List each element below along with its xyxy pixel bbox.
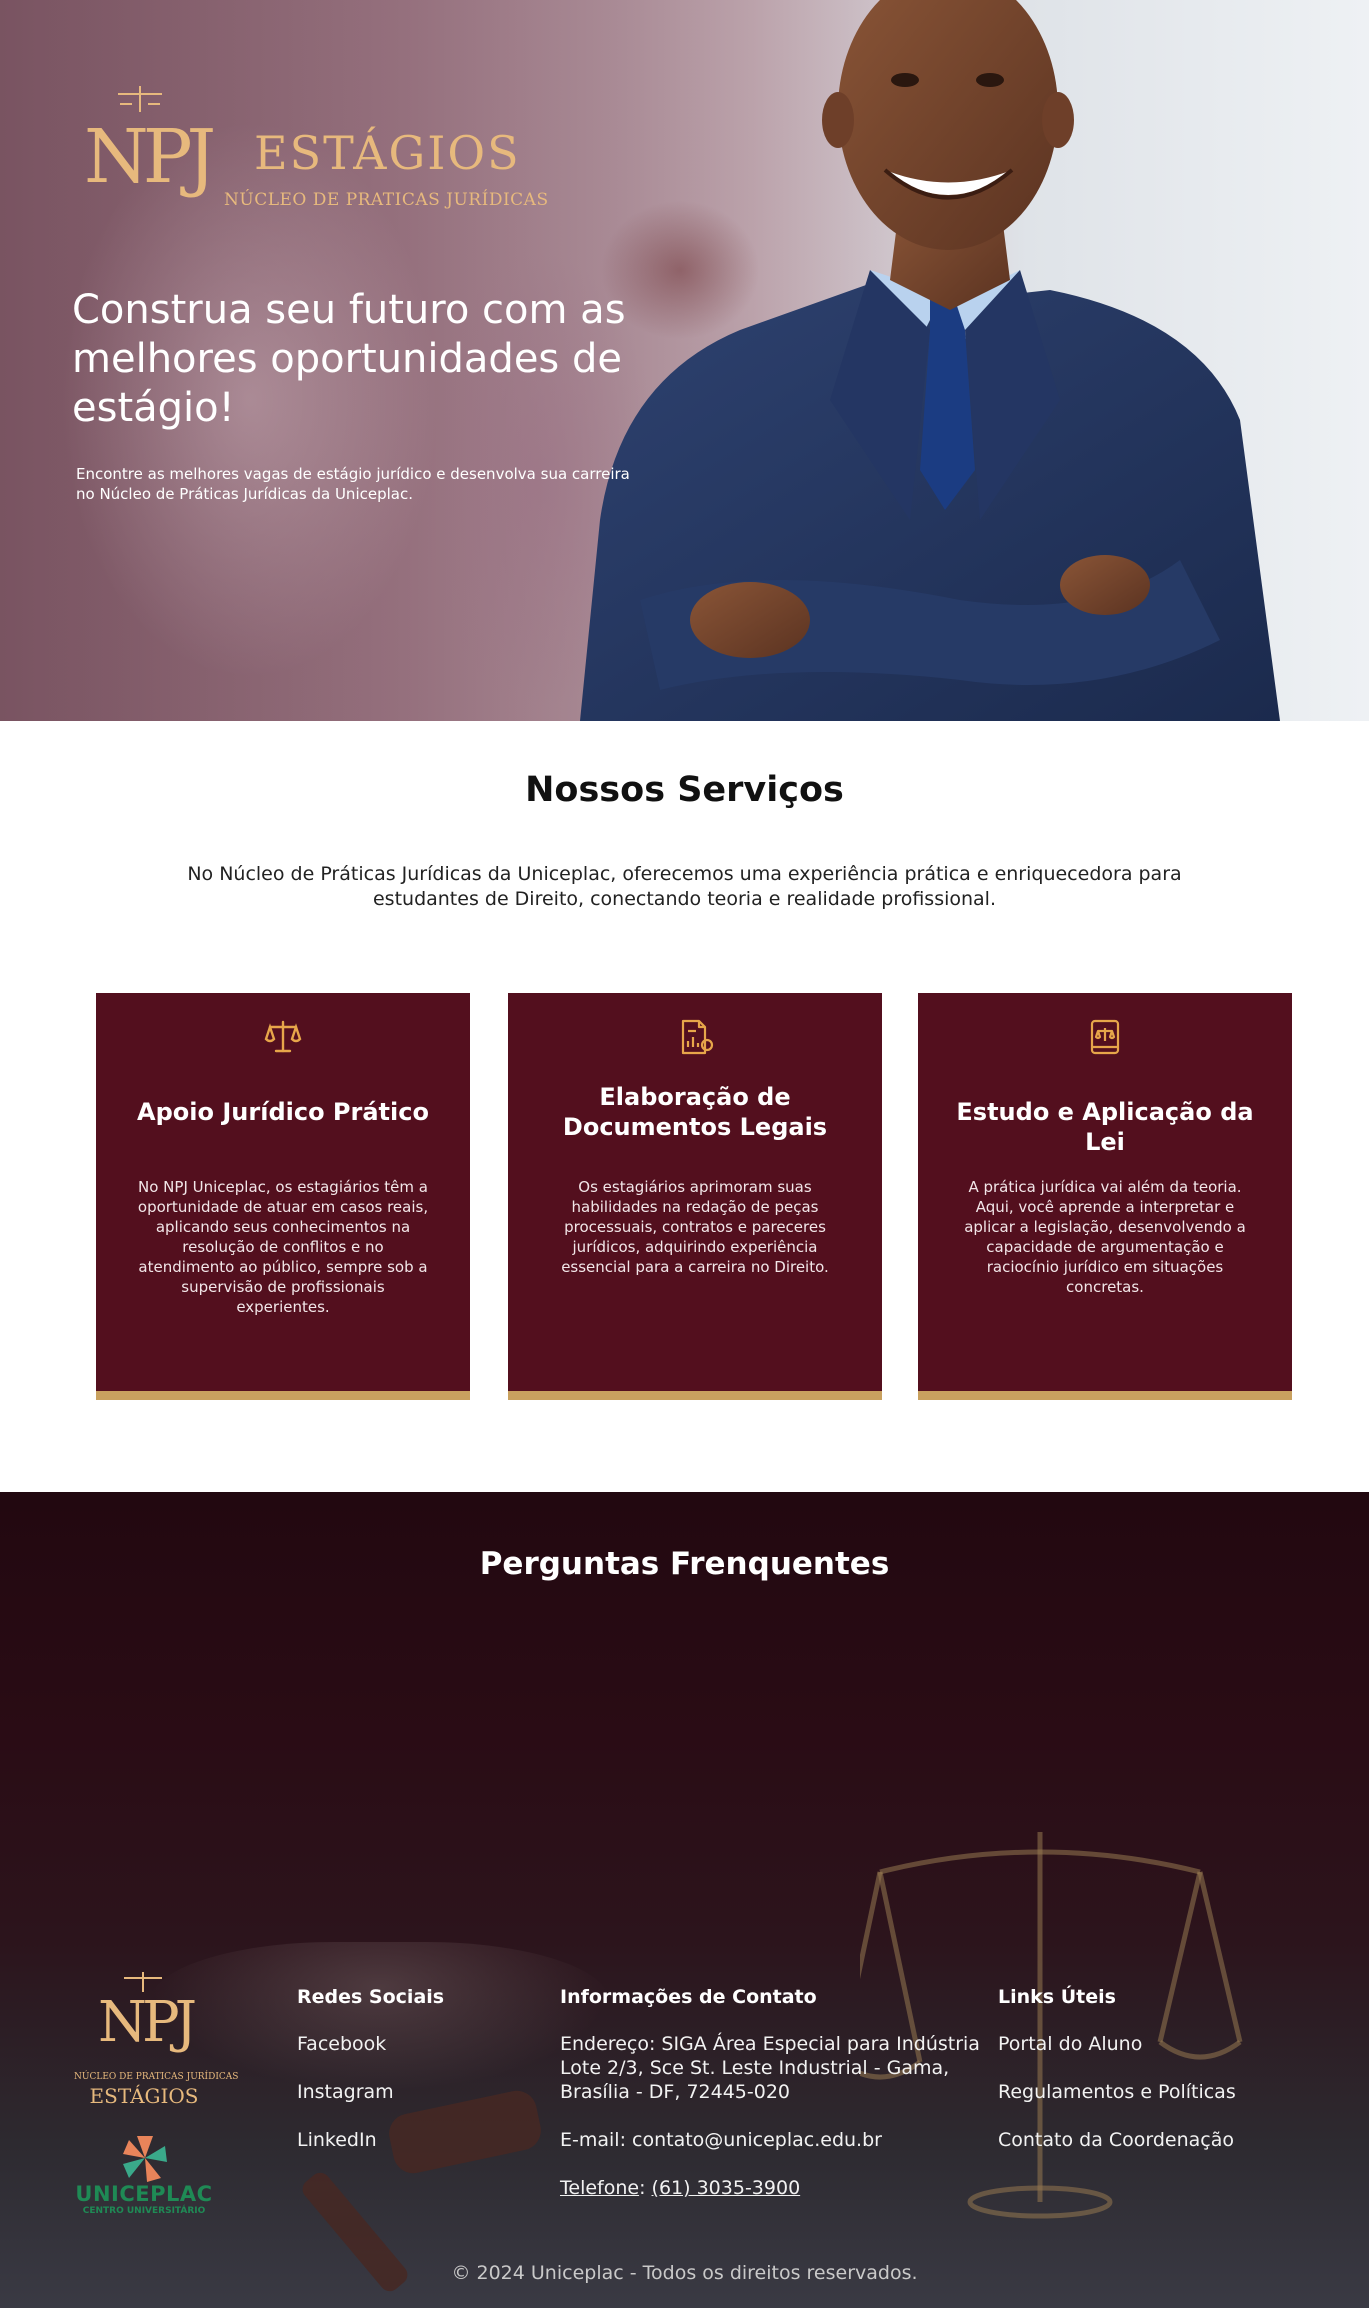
footer-social-column: Redes Sociais Facebook Instagram LinkedI…: [297, 1986, 537, 2176]
footer-useful-links-column: Links Úteis Portal do Aluno Regulamentos…: [998, 1986, 1338, 2176]
uniceplac-subtitle: CENTRO UNIVERSITÁRIO: [82, 2206, 206, 2216]
phone-separator: :: [639, 2177, 652, 2199]
services-title: Nossos Serviços: [525, 770, 844, 810]
service-card-estudo-lei: Estudo e Aplicação da Lei A prática jurí…: [918, 993, 1292, 1400]
card-description: A prática jurídica vai além da teoria. A…: [964, 1178, 1246, 1296]
hero-businessman-image: [580, 0, 1280, 721]
document-chart-icon: [681, 1019, 714, 1055]
scale-icon: [264, 1020, 302, 1053]
contact-email[interactable]: E-mail: contato@uniceplac.edu.br: [560, 2128, 990, 2152]
contact-heading: Informações de Contato: [560, 1986, 817, 2008]
logo-title: ESTÁGIOS: [254, 126, 521, 180]
contato-coordenacao-link[interactable]: Contato da Coordenação: [998, 2128, 1338, 2152]
service-card-apoio-juridico: Apoio Jurídico Prático No NPJ Uniceplac,…: [96, 993, 470, 1400]
uniceplac-flower-icon: [123, 2136, 167, 2182]
services-intro: No Núcleo de Práticas Jurídicas da Unice…: [187, 863, 1182, 910]
phone-number-link[interactable]: (61) 3035-3900: [652, 2177, 801, 2199]
portal-aluno-link[interactable]: Portal do Aluno: [998, 2032, 1338, 2056]
logo-subtitle: NÚCLEO DE PRATICAS JURÍDICAS: [224, 190, 549, 210]
card-description: Os estagiários aprimoram suas habilidade…: [561, 1178, 829, 1276]
footer-logo-subtitle: NÚCLEO DE PRATICAS JURÍDICAS: [74, 2072, 239, 2082]
contact-address: Endereço: SIGA Área Especial para Indúst…: [560, 2033, 980, 2103]
service-card-documentos-legais: Elaboração de Documentos Legais Os estag…: [508, 993, 882, 1400]
footer-npj-logo[interactable]: NPJ NÚCLEO DE PRATICAS JURÍDICAS ESTÁGIO…: [74, 1970, 239, 2120]
faq-title: Perguntas Frenquentes: [479, 1546, 890, 1582]
footer-logo-mark: NPJ: [98, 1990, 197, 2055]
hero-banner: NPJ ESTÁGIOS NÚCLEO DE PRATICAS JURÍDICA…: [0, 0, 1369, 721]
card-title: Apoio Jurídico Prático: [137, 1098, 429, 1126]
social-heading: Redes Sociais: [297, 1986, 445, 2008]
contact-phone[interactable]: Telefone: (61) 3035-3900: [560, 2176, 990, 2200]
footer-contact-column: Informações de Contato Endereço: SIGA Ár…: [560, 1986, 990, 2224]
copyright: © 2024 Uniceplac - Todos os direitos res…: [451, 2262, 918, 2284]
useful-links-heading: Links Úteis: [998, 1986, 1116, 2008]
hero-description: Encontre as melhores vagas de estágio ju…: [76, 465, 630, 503]
uniceplac-name: UNICEPLAC: [75, 2182, 213, 2206]
card-description: No NPJ Uniceplac, os estagiários têm a o…: [137, 1178, 429, 1316]
phone-label: Telefone: [560, 2177, 640, 2199]
footer-logo-title: ESTÁGIOS: [89, 2084, 199, 2108]
logo-mark: NPJ: [84, 114, 216, 200]
npj-logo[interactable]: NPJ ESTÁGIOS NÚCLEO DE PRATICAS JURÍDICA…: [84, 84, 548, 219]
card-title: Elaboração de Documentos Legais: [562, 1083, 828, 1141]
faq-footer-section: Perguntas Frenquentes NPJ NÚCLEO DE PRAT…: [0, 1492, 1369, 2308]
law-book-icon: [1090, 1019, 1120, 1055]
instagram-link[interactable]: Instagram: [297, 2080, 537, 2104]
hero-title: Construa seu futuro com as melhores opor…: [72, 287, 626, 431]
uniceplac-logo[interactable]: UNICEPLAC CENTRO UNIVERSITÁRIO: [74, 2136, 214, 2218]
regulamentos-link[interactable]: Regulamentos e Políticas: [998, 2080, 1338, 2104]
facebook-link[interactable]: Facebook: [297, 2032, 537, 2056]
linkedin-link[interactable]: LinkedIn: [297, 2128, 537, 2152]
card-title: Estudo e Aplicação da Lei: [956, 1098, 1254, 1156]
scale-logo-icon: [118, 86, 162, 112]
